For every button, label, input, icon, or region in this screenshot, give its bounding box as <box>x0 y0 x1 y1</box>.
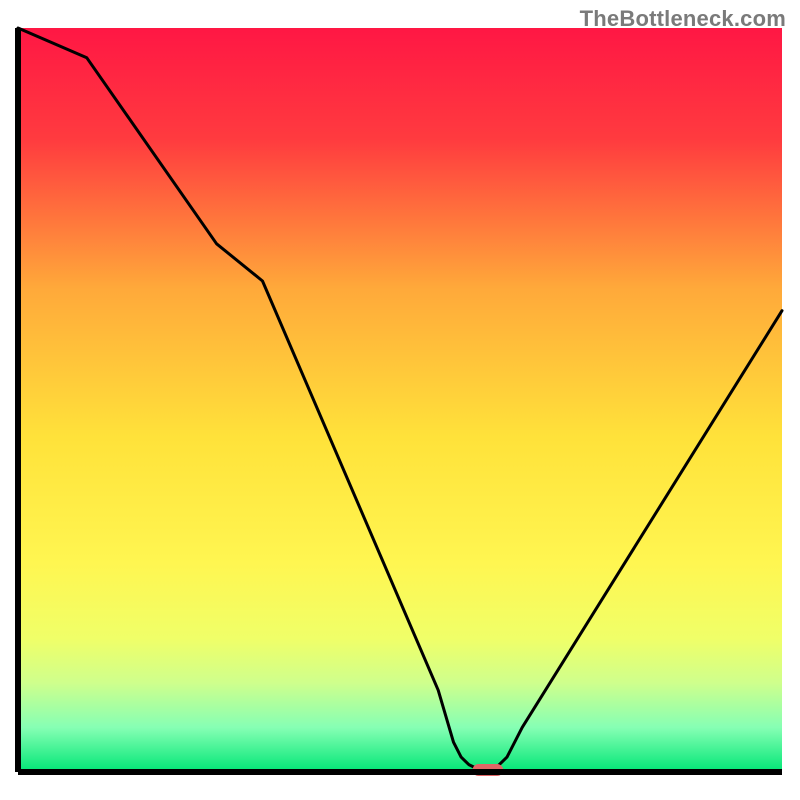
chart-canvas <box>0 0 800 800</box>
chart-gradient-background <box>18 28 782 772</box>
watermark-text: TheBottleneck.com <box>580 6 786 32</box>
bottleneck-chart: TheBottleneck.com <box>0 0 800 800</box>
